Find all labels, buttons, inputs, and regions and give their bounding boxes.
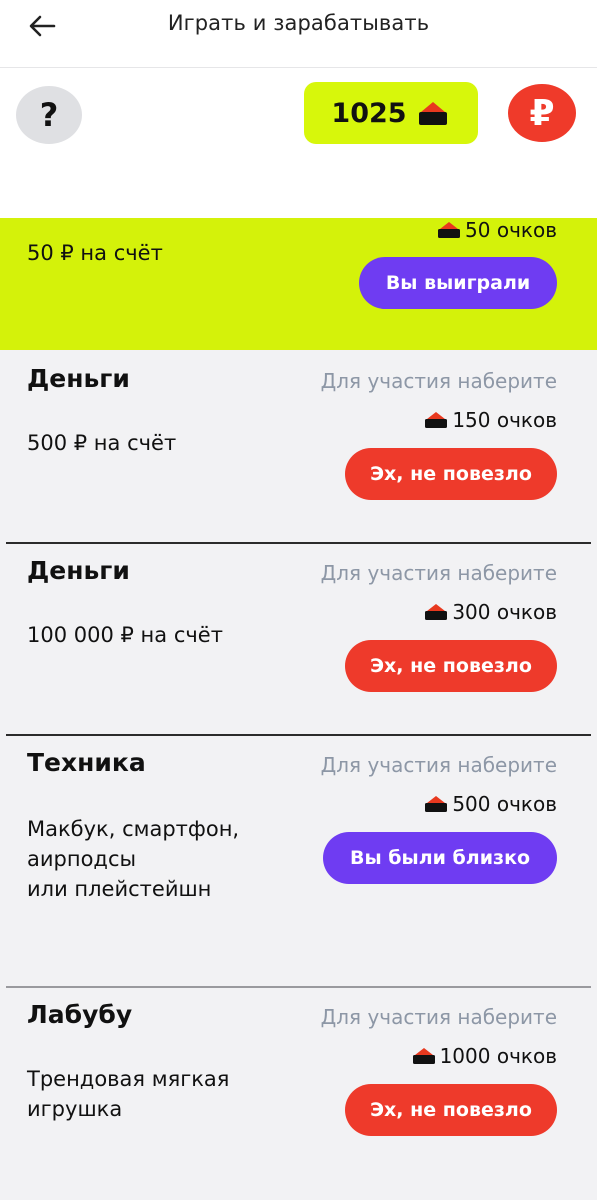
prize-status-button[interactable]: Вы выиграли xyxy=(359,257,557,309)
prize-title: Лабубу xyxy=(27,1000,133,1029)
prize-requirement: Для участия наберите xyxy=(320,1005,557,1029)
treasure-icon xyxy=(425,412,448,428)
ruble-button[interactable]: ₽ xyxy=(508,84,576,142)
page-title: Играть и зарабатывать xyxy=(167,11,430,35)
points-balance-button[interactable]: 1025 xyxy=(304,82,478,144)
prize-status-button[interactable]: Эх, не повезло xyxy=(345,448,557,500)
treasure-icon xyxy=(425,604,448,620)
treasure-icon xyxy=(418,102,447,125)
prize-cost: 500 очков xyxy=(423,792,557,816)
divider xyxy=(6,734,591,736)
prize-requirement: Для участия наберите xyxy=(320,369,557,393)
prize-description: 500 ₽ на счёт xyxy=(27,431,177,455)
prize-card: Лабубу Для участия наберите 1000 очков Т… xyxy=(0,986,597,1200)
prize-status-button[interactable]: Эх, не повезло xyxy=(345,640,557,692)
prize-requirement: Для участия наберите xyxy=(320,753,557,777)
prize-cost: 1000 очков xyxy=(411,1044,557,1068)
prize-title: Деньги xyxy=(27,556,130,585)
prize-card-won: 50 ₽ на счёт 50 очков Вы выиграли xyxy=(0,218,597,350)
prize-description: Макбук, смартфон, аирподсы или плейстейш… xyxy=(27,817,240,901)
prize-cost: 300 очков xyxy=(423,600,557,624)
divider xyxy=(6,986,591,988)
prize-cost: 50 очков xyxy=(436,218,557,242)
prize-cost: 150 очков xyxy=(423,408,557,432)
prize-requirement: Для участия наберите xyxy=(320,561,557,585)
prize-description: Трендовая мягкая игрушка xyxy=(27,1067,230,1121)
ruble-icon: ₽ xyxy=(529,92,555,134)
divider xyxy=(6,542,591,544)
help-button[interactable]: ? xyxy=(16,86,82,144)
treasure-icon xyxy=(412,1048,435,1064)
prize-description: 50 ₽ на счёт xyxy=(27,241,163,265)
prize-title: Техника xyxy=(27,748,146,777)
prize-card: Деньги Для участия наберите 150 очков 50… xyxy=(0,350,597,542)
prize-card: Деньги Для участия наберите 300 очков 10… xyxy=(0,542,597,734)
prize-status-button[interactable]: Эх, не повезло xyxy=(345,1084,557,1136)
prize-status-button[interactable]: Вы были близко xyxy=(323,832,557,884)
header: ? 1025 ₽ xyxy=(0,68,597,218)
top-bar: Играть и зарабатывать xyxy=(0,0,597,68)
prize-title: Деньги xyxy=(27,364,130,393)
treasure-icon xyxy=(425,796,448,812)
prize-card: Техника Для участия наберите 500 очков М… xyxy=(0,734,597,986)
points-value: 1025 xyxy=(331,97,407,129)
treasure-icon xyxy=(438,222,461,238)
prize-description: 100 000 ₽ на счёт xyxy=(27,623,223,647)
